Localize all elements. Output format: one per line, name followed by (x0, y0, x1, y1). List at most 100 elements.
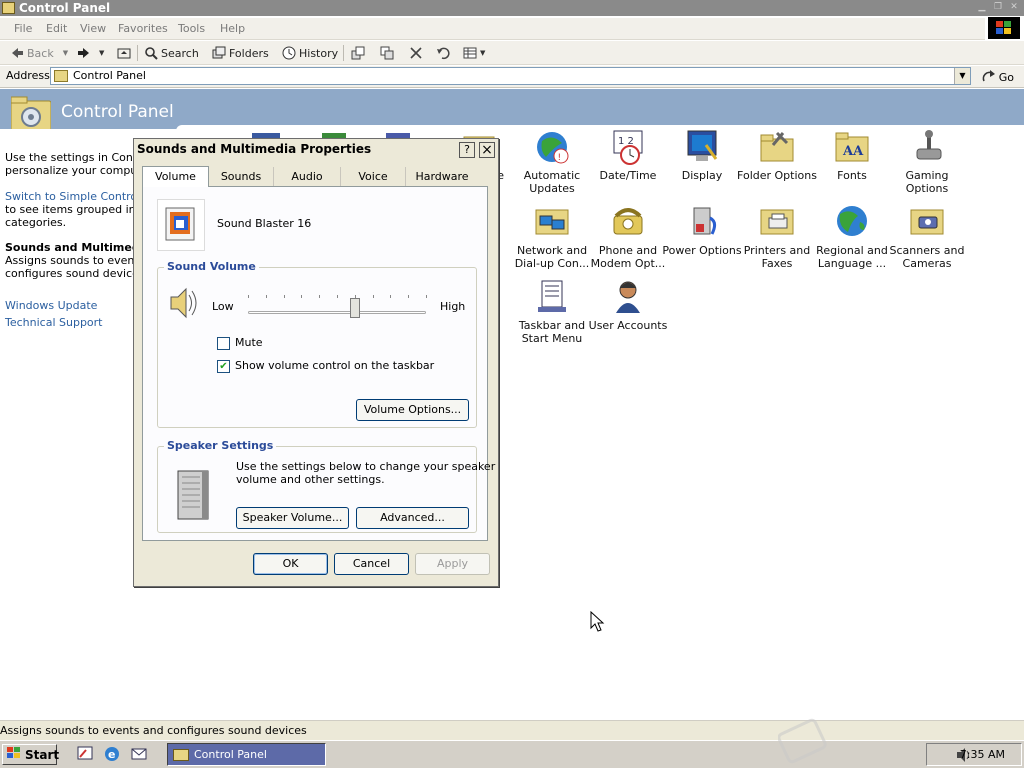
back-dropdown-icon[interactable]: ▼ (63, 49, 68, 57)
views-dropdown-icon[interactable]: ▼ (480, 49, 485, 57)
menu-tools[interactable]: Tools (178, 22, 205, 35)
volume-tick (390, 295, 392, 298)
control-panel-item-automatic-updates[interactable]: ! Automatic Updates (512, 129, 592, 195)
tab-voice[interactable]: Voice (341, 167, 406, 187)
add-remove-icon (380, 129, 416, 139)
tab-hardware[interactable]: Hardware (406, 167, 478, 187)
menu-file[interactable]: File (14, 22, 32, 35)
undo-button[interactable] (436, 44, 450, 62)
icon-label: Dial-up Con... (514, 257, 590, 270)
scanners-cameras-icon (909, 204, 945, 240)
forward-button[interactable]: ▼ (77, 44, 104, 62)
globe-icon (834, 204, 870, 240)
delete-icon (409, 46, 423, 60)
dialog-titlebar[interactable]: Sounds and Multimedia Properties ? × (134, 139, 498, 160)
control-panel-item-power-options[interactable]: Power Options (662, 204, 742, 257)
icon-label: Power Options (662, 244, 742, 257)
control-panel-item-network-dialup[interactable]: Network and Dial-up Con... (512, 204, 592, 270)
internet-explorer-icon[interactable]: e (103, 745, 121, 763)
folders-icon (212, 46, 226, 60)
printers-faxes-icon (759, 204, 795, 240)
up-folder-button[interactable] (117, 44, 131, 62)
move-to-button[interactable] (351, 44, 365, 62)
views-button[interactable]: ▼ (463, 44, 485, 62)
maximize-button[interactable]: ❐ (991, 1, 1005, 13)
windows-update-link[interactable]: Windows Update (5, 299, 97, 312)
help-button[interactable]: ? (459, 142, 475, 158)
icon-label: Taskbar and (518, 319, 586, 332)
search-icon (144, 46, 158, 60)
control-panel-item-phone-modem[interactable]: Phone and Modem Opt... (588, 204, 668, 270)
intro-text-2: personalize your computer (5, 164, 153, 177)
folders-button[interactable]: Folders (212, 44, 269, 62)
sound-device-name: Sound Blaster 16 (217, 217, 312, 230)
control-panel-item-printers-faxes[interactable]: Printers and Faxes (737, 204, 817, 270)
svg-text:AA: AA (842, 144, 864, 159)
go-button[interactable]: Go (982, 69, 1014, 86)
toolbar: Back ▼ ▼ Search Folders History ▼ (0, 41, 1024, 65)
address-field[interactable]: Control Panel ▼ (50, 67, 971, 85)
ok-button[interactable]: OK (253, 553, 328, 575)
volume-slider-track[interactable] (248, 311, 426, 314)
task-label: Control Panel (194, 748, 267, 761)
control-panel-item-display[interactable]: Display (662, 129, 742, 182)
search-button[interactable]: Search (144, 44, 199, 62)
taskbar-control-panel[interactable]: Control Panel (167, 743, 326, 766)
menu-favorites[interactable]: Favorites (118, 22, 168, 35)
technical-support-link[interactable]: Technical Support (5, 316, 103, 329)
cancel-button[interactable]: Cancel (334, 553, 409, 575)
outlook-express-icon[interactable] (130, 745, 148, 763)
control-panel-item-regional-language[interactable]: Regional and Language ... (812, 204, 892, 270)
show-desktop-icon[interactable] (76, 745, 94, 763)
control-panel-item-date-time[interactable]: 1 2 Date/Time (588, 129, 668, 182)
menu-edit[interactable]: Edit (46, 22, 67, 35)
left-pane: Use the settings in Control personalize … (0, 129, 157, 719)
start-button[interactable]: Start (2, 744, 59, 765)
back-label: Back (27, 46, 54, 60)
date-time-icon: 1 2 (610, 129, 646, 165)
tab-volume[interactable]: Volume (142, 166, 209, 187)
svg-text:!: ! (558, 153, 562, 163)
menu-help[interactable]: Help (220, 22, 245, 35)
switch-text-1: to see items grouped into (5, 203, 147, 216)
history-label: History (299, 46, 339, 60)
control-panel-item-gaming-options[interactable]: Gaming Options (887, 129, 967, 195)
speaker-settings-group: Speaker Settings Use the settings below … (157, 439, 495, 533)
speaker-volume-button[interactable]: Speaker Volume... (236, 507, 349, 529)
history-icon (282, 46, 296, 60)
dialog-close-button[interactable]: × (479, 142, 495, 158)
delete-button[interactable] (409, 44, 423, 62)
minimize-button[interactable]: ▁ (975, 1, 989, 13)
copy-to-button[interactable] (380, 44, 394, 62)
control-panel-item-taskbar-start-menu[interactable]: Taskbar and Start Menu (512, 279, 592, 345)
folder-options-icon (759, 129, 795, 165)
menu-view[interactable]: View (80, 22, 106, 35)
show-volume-checkbox[interactable]: ✔ (217, 360, 230, 373)
address-value: Control Panel (73, 69, 146, 82)
mute-label: Mute (235, 336, 263, 349)
apply-button[interactable]: Apply (415, 553, 490, 575)
control-panel-item-folder-options[interactable]: Folder Options (737, 129, 817, 182)
icon-label: Folder Options (737, 169, 817, 182)
control-panel-icon (2, 2, 15, 14)
search-label: Search (161, 46, 199, 60)
volume-slider-thumb[interactable] (349, 298, 360, 318)
forward-dropdown-icon[interactable]: ▼ (99, 49, 104, 57)
sound-volume-group: Sound Volume Low High Mute ✔ Show volume… (157, 260, 477, 428)
back-button[interactable]: Back ▼ (10, 44, 68, 62)
tab-sounds[interactable]: Sounds (209, 167, 274, 187)
mute-checkbox[interactable] (217, 337, 230, 350)
address-dropdown-icon[interactable]: ▼ (954, 68, 970, 84)
network-icon (534, 204, 570, 240)
icon-label: Regional and (816, 244, 888, 257)
advanced-button[interactable]: Advanced... (356, 507, 469, 529)
history-button[interactable]: History (282, 44, 338, 62)
close-window-button[interactable]: ✕ (1007, 1, 1021, 13)
tab-audio[interactable]: Audio (274, 167, 341, 187)
icon-label: Display (681, 169, 723, 182)
control-panel-item-user-accounts[interactable]: User Accounts (588, 279, 668, 332)
volume-options-button[interactable]: Volume Options... (356, 399, 469, 421)
control-panel-item-fonts[interactable]: AA Fonts (812, 129, 892, 182)
control-panel-item-scanners-cameras[interactable]: Scanners and Cameras (887, 204, 967, 270)
window-titlebar[interactable]: Control Panel ▁ ❐ ✕ (0, 0, 1024, 16)
